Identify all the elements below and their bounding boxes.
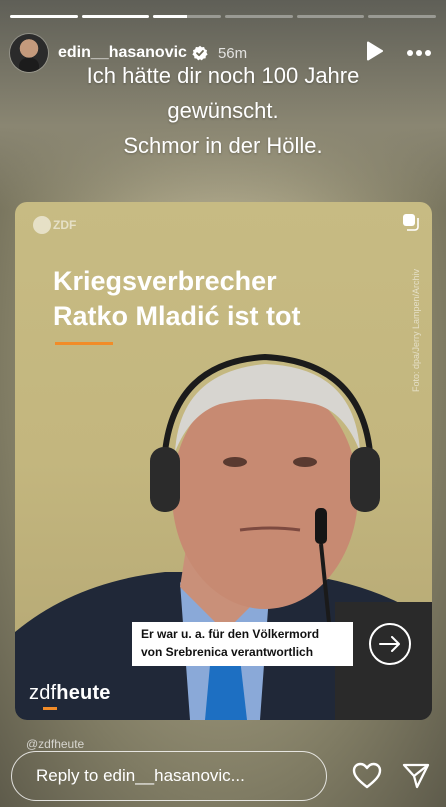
- headline-line: Kriegsverbrecher: [53, 266, 277, 296]
- brand-zdf: zdf: [29, 682, 57, 704]
- subtitle-box: Er war u. a. für den Völkermord von Sreb…: [132, 622, 353, 666]
- source-mention[interactable]: @zdfheute: [26, 737, 84, 751]
- subtitle-line: von Srebrenica verantwortlich: [141, 645, 314, 659]
- story-caption: Ich hätte dir noch 100 Jahre gewünscht. …: [0, 58, 446, 163]
- caption-line: gewünscht.: [167, 98, 279, 123]
- caption-line: Ich hätte dir noch 100 Jahre: [86, 63, 360, 88]
- story-progress-bar: [10, 15, 437, 18]
- reply-input[interactable]: Reply to edin__hasanovic...: [11, 751, 327, 801]
- progress-segment: [296, 15, 365, 18]
- headline-line: Ratko Mladić ist tot: [53, 301, 301, 331]
- brand-heute: heute: [56, 682, 111, 704]
- progress-segment: [225, 15, 293, 18]
- progress-segment: [368, 15, 437, 18]
- post-headline: Kriegsverbrecher Ratko Mladić ist tot: [53, 264, 301, 334]
- caption-line: Schmor in der Hölle.: [123, 133, 323, 158]
- reply-placeholder: Reply to edin__hasanovic...: [36, 766, 245, 785]
- send-icon[interactable]: [402, 762, 430, 794]
- progress-segment: [81, 15, 150, 18]
- zdfheute-brand: zdfheute: [29, 682, 111, 710]
- zdf-logo: ZDF: [33, 216, 76, 234]
- footer-actions: [352, 762, 430, 794]
- progress-segment: [153, 15, 222, 18]
- arrow-right-icon[interactable]: [369, 623, 411, 665]
- progress-segment: [10, 15, 78, 18]
- heart-icon[interactable]: [352, 762, 382, 794]
- shared-post-card[interactable]: ZDF Foto: dpa/Jerry Lampen/Archiv Kriegs…: [15, 202, 432, 720]
- subtitle-line: Er war u. a. für den Völkermord: [141, 627, 320, 641]
